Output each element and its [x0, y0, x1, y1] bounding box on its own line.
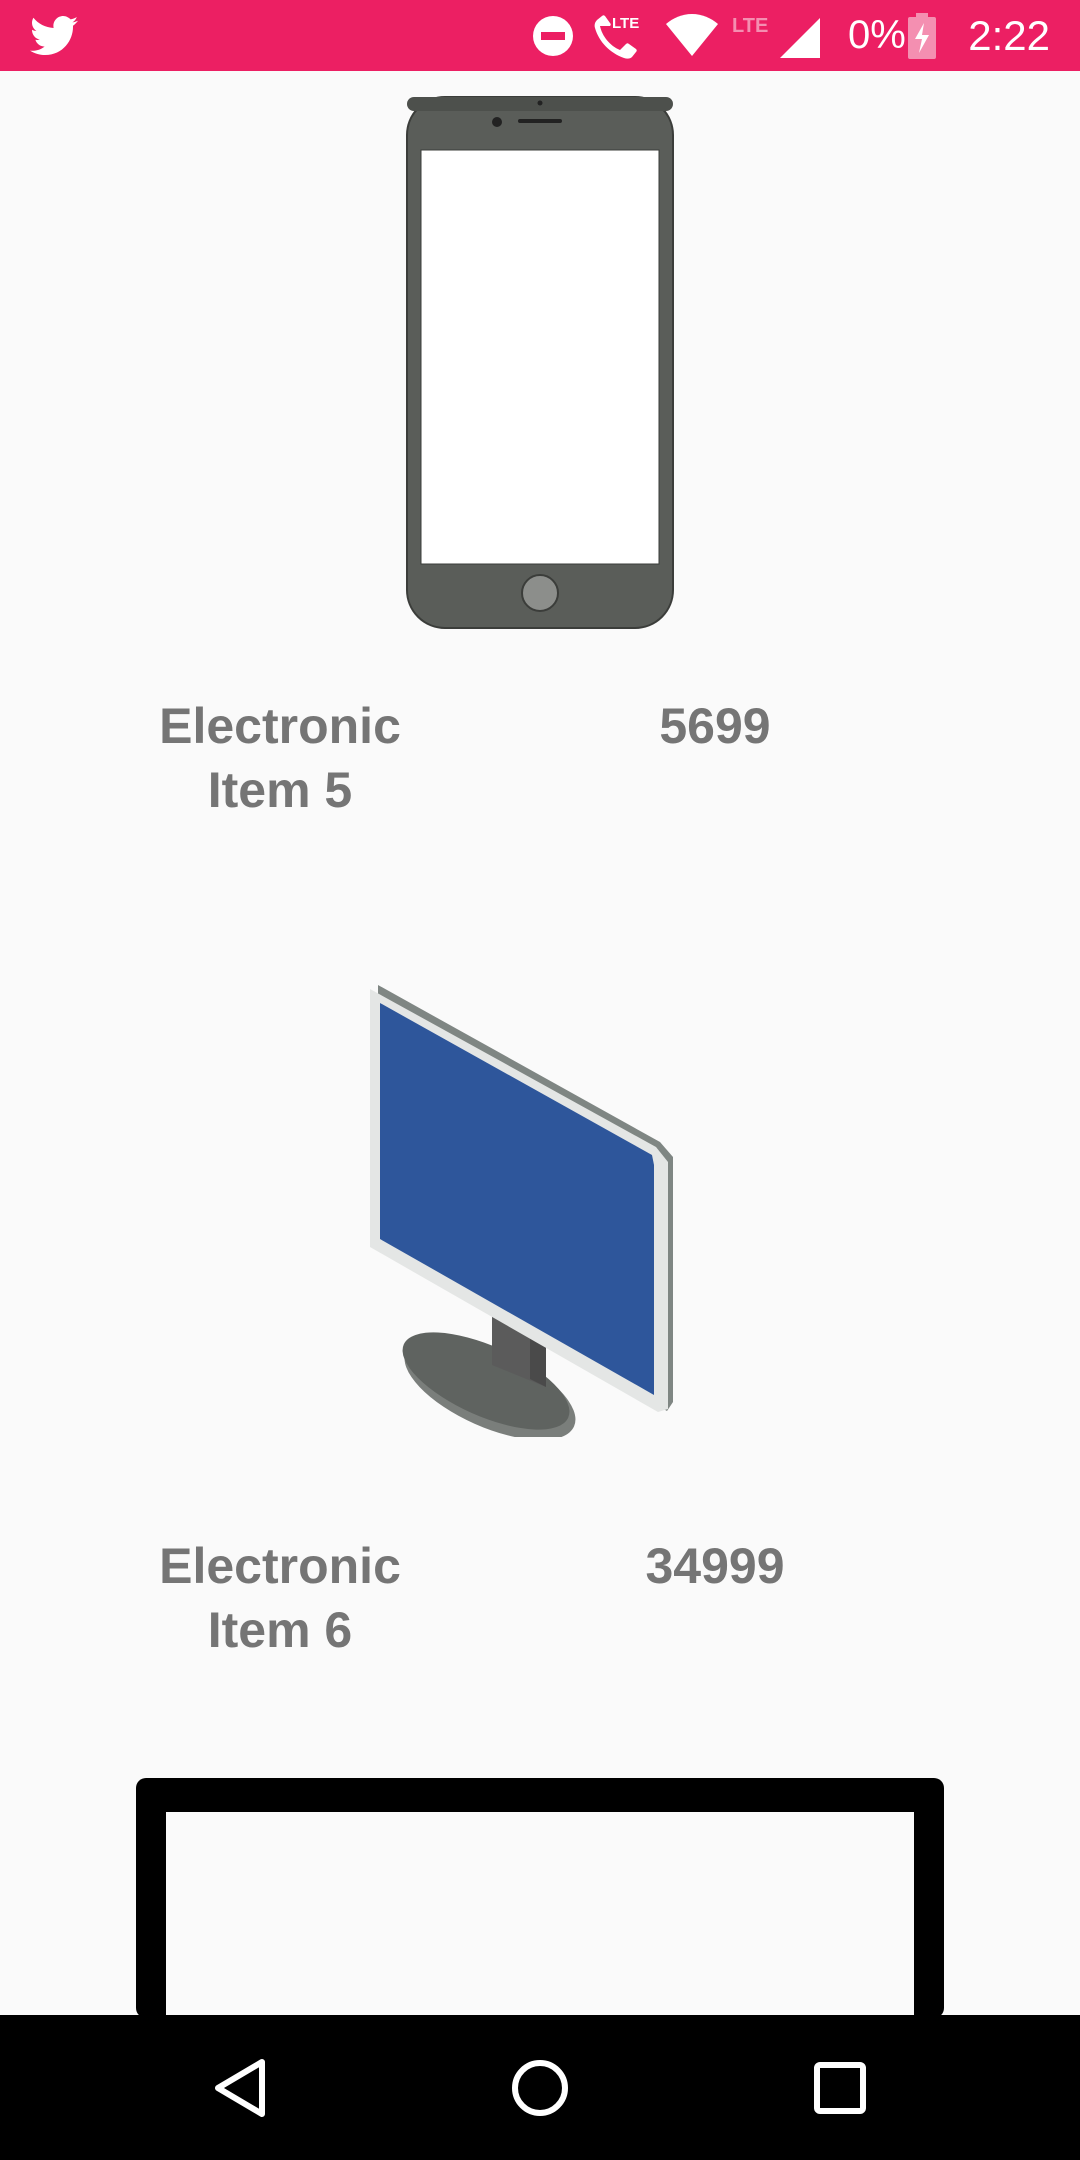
item-name: Electronic Item 5 — [159, 698, 401, 818]
smartphone-icon — [405, 95, 675, 635]
lte-label: LTE — [612, 15, 639, 32]
clock: 2:22 — [968, 12, 1050, 59]
product-card[interactable]: Electronic Item 5 5699 — [0, 71, 1080, 891]
monitor-icon — [370, 977, 675, 1442]
item-price: 5699 — [659, 698, 771, 754]
battery-percent: 0% — [848, 13, 906, 57]
navigation-bar — [0, 2015, 1080, 2160]
tv-icon — [136, 1778, 944, 2015]
twitter-icon — [30, 0, 78, 71]
back-icon[interactable] — [165, 2015, 315, 2160]
item-price: 34999 — [645, 1538, 785, 1594]
home-icon[interactable] — [465, 2015, 615, 2160]
lte-label-2: LTE — [732, 15, 768, 37]
product-card[interactable] — [0, 1741, 1080, 2015]
wifi-icon — [666, 0, 718, 71]
item-name: Electronic Item 6 — [159, 1538, 401, 1658]
product-card[interactable]: Electronic Item 6 34999 — [0, 914, 1080, 1734]
recents-icon[interactable] — [765, 2015, 915, 2160]
battery-charging-icon — [908, 0, 936, 71]
volte-call-icon: LTE — [594, 0, 648, 71]
product-list[interactable]: Electronic Item 5 5699 Electronic Item 6… — [0, 71, 1080, 2015]
status-bar: LTE LTE 0% 2:22 — [0, 0, 1080, 71]
do-not-disturb-icon — [532, 0, 574, 71]
lte-signal-icon: LTE — [732, 0, 822, 71]
